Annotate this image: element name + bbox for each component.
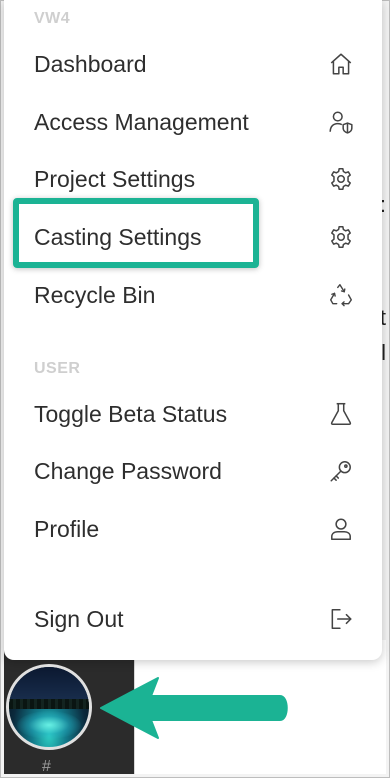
menu-item-label: Access Management <box>34 108 249 135</box>
user-icon <box>328 516 354 542</box>
sign-out-icon <box>328 606 354 632</box>
menu-item-label: Recycle Bin <box>34 281 156 308</box>
menu-item-toggle-beta-status[interactable]: Toggle Beta Status <box>4 390 382 438</box>
menu-item-access-management[interactable]: Access Management <box>4 98 382 146</box>
menu-item-label: Profile <box>34 515 100 542</box>
gear-icon <box>328 224 354 250</box>
sidebar-hash-label: # <box>42 758 51 775</box>
menu-item-project-settings[interactable]: Project Settings <box>4 155 382 203</box>
menu-item-label: Dashboard <box>34 50 147 77</box>
arrow-annotation-icon <box>100 677 288 739</box>
menu-item-label: Change Password <box>34 457 222 484</box>
section-label-user: USER <box>34 360 81 377</box>
user-avatar-button[interactable] <box>6 664 92 750</box>
menu-item-sign-out[interactable]: Sign Out <box>4 595 382 643</box>
user-shield-icon <box>328 109 354 135</box>
gear-icon <box>328 166 354 192</box>
key-icon <box>328 458 354 484</box>
avatar-image-glow <box>17 711 81 739</box>
recycle-icon <box>328 282 354 308</box>
flask-icon <box>328 401 354 427</box>
menu-item-recycle-bin[interactable]: Recycle Bin <box>4 271 382 319</box>
menu-item-label: Sign Out <box>34 605 124 632</box>
menu-item-profile[interactable]: Profile <box>4 505 382 553</box>
menu-item-change-password[interactable]: Change Password <box>4 447 382 495</box>
section-label-workspace: VW4 <box>34 10 71 27</box>
menu-item-label: Project Settings <box>34 165 196 192</box>
home-icon <box>328 51 354 77</box>
menu-item-dashboard[interactable]: Dashboard <box>4 40 382 88</box>
highlight-annotation-box <box>13 198 259 268</box>
account-dropdown-menu: VW4 Dashboard Access Management Project … <box>4 0 382 660</box>
menu-item-label: Toggle Beta Status <box>34 400 228 427</box>
avatar-image-trees <box>9 699 89 709</box>
